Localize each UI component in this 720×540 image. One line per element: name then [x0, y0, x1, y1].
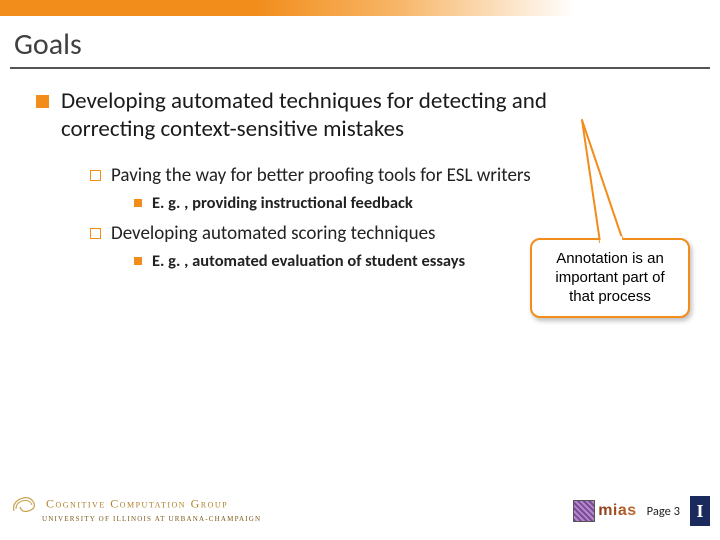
- bullet3a-text: E. g. , providing instructional feedback: [152, 193, 413, 214]
- square-small-icon: [134, 257, 142, 265]
- org-name: Cognitive Computation Group: [46, 497, 228, 511]
- swirl-icon: [10, 493, 38, 515]
- square-small-icon: [134, 199, 142, 207]
- square-filled-icon: [36, 95, 49, 108]
- mias-text: mias: [598, 502, 636, 520]
- square-outline-icon: [90, 170, 101, 181]
- bullet1-text: Developing automated techniques for dete…: [61, 87, 611, 145]
- footer-right: mias Page 3 I: [573, 496, 710, 526]
- illinois-block-icon: I: [690, 496, 710, 526]
- mias-square-icon: [573, 500, 595, 522]
- square-outline-icon: [90, 228, 101, 239]
- callout-box: Annotation is an important part of that …: [530, 238, 690, 318]
- page-number: Page 3: [647, 504, 680, 519]
- callout: Annotation is an important part of that …: [530, 238, 690, 318]
- org-subline: UNIVERSITY OF ILLINOIS AT URBANA-CHAMPAI…: [42, 515, 261, 523]
- callout-text: Annotation is an important part of that …: [555, 250, 664, 305]
- callout-pointer-icon: [580, 120, 630, 242]
- footer: Cognitive Computation Group UNIVERSITY O…: [0, 486, 720, 530]
- bullet2a-text: Paving the way for better proofing tools…: [111, 164, 531, 189]
- bullet3b-text: E. g. , automated evaluation of student …: [152, 251, 465, 272]
- title-underline: [10, 67, 710, 69]
- bullet2b-text: Developing automated scoring techniques: [111, 222, 435, 247]
- slide-title: Goals: [14, 26, 720, 63]
- gradient-top-bar: [0, 0, 720, 16]
- org-logo: Cognitive Computation Group UNIVERSITY O…: [10, 493, 261, 523]
- mias-logo: mias: [573, 500, 636, 522]
- illinois-initial: I: [696, 501, 703, 522]
